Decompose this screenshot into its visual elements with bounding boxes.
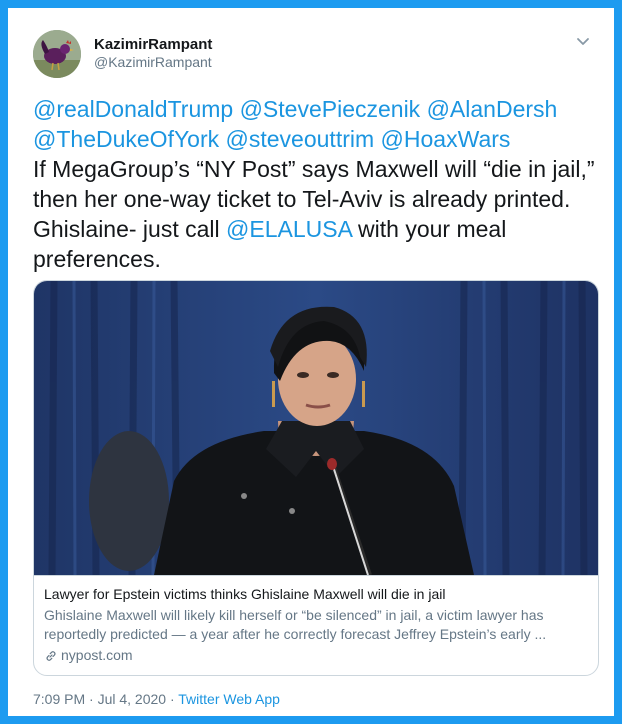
tweet-text-line: then her one-way ticket to Tel-Aviv is a… xyxy=(33,184,606,214)
link-card[interactable]: Lawyer for Epstein victims thinks Ghisla… xyxy=(33,280,599,676)
tweet-text-line: @realDonaldTrump @StevePieczenik @AlanDe… xyxy=(33,94,606,124)
tweet-text-line: preferences. xyxy=(33,244,606,274)
tweet-text-segment: Ghislaine- just call xyxy=(33,216,227,242)
tweet-text: @realDonaldTrump @StevePieczenik @AlanDe… xyxy=(33,94,606,274)
chevron-down-icon[interactable] xyxy=(574,32,592,50)
tweet-text-line: @TheDukeOfYork @steveouttrim @HoaxWars xyxy=(33,124,606,154)
mention-link[interactable]: @StevePieczenik xyxy=(240,96,421,122)
card-photo xyxy=(34,281,598,575)
mention-link[interactable]: @steveouttrim xyxy=(226,126,375,152)
source-app-link[interactable]: Twitter Web App xyxy=(178,691,280,707)
mention-link[interactable]: @ELALUSA xyxy=(226,216,352,242)
tweet: KazimirRampant @KazimirRampant @realDona… xyxy=(16,16,606,708)
mention-link[interactable]: @HoaxWars xyxy=(381,126,511,152)
card-description: Ghislaine Maxwell will likely kill herse… xyxy=(44,606,588,644)
card-description-line: Ghislaine Maxwell will likely kill herse… xyxy=(44,607,544,623)
mention-link[interactable]: @AlanDersh xyxy=(427,96,558,122)
tweet-text-segment: preferences. xyxy=(33,246,161,272)
author-handle[interactable]: @KazimirRampant xyxy=(94,54,212,70)
author-name[interactable]: KazimirRampant xyxy=(94,36,212,53)
mention-link[interactable]: @TheDukeOfYork xyxy=(33,126,219,152)
card-description-line: reportedly predicted — a year after he c… xyxy=(44,626,547,642)
card-domain-row: nypost.com xyxy=(44,646,588,665)
tweet-text-line: Ghislaine- just call @ELALUSA with your … xyxy=(33,214,606,244)
tweet-text-segment: If MegaGroup’s “NY Post” says Maxwell wi… xyxy=(33,156,595,182)
screenshot-frame: KazimirRampant @KazimirRampant @realDona… xyxy=(0,0,622,724)
tweet-text-segment: then her one-way ticket to Tel-Aviv is a… xyxy=(33,186,571,212)
tweet-meta: 7:09 PM · Jul 4, 2020 · Twitter Web App xyxy=(33,691,280,707)
card-title: Lawyer for Epstein victims thinks Ghisla… xyxy=(44,586,446,602)
timestamp[interactable]: 7:09 PM · Jul 4, 2020 · xyxy=(33,691,175,707)
card-domain: nypost.com xyxy=(61,647,133,663)
link-icon xyxy=(46,650,56,661)
card-body: Lawyer for Epstein victims thinks Ghisla… xyxy=(34,575,598,675)
tweet-text-line: If MegaGroup’s “NY Post” says Maxwell wi… xyxy=(33,154,606,184)
mention-link[interactable]: @realDonaldTrump xyxy=(33,96,233,122)
tweet-text-segment: with your meal xyxy=(351,216,507,242)
rooster-avatar-icon[interactable] xyxy=(33,30,81,78)
